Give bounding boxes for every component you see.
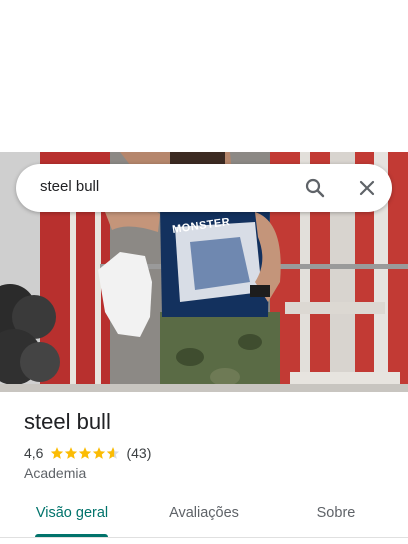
star-icon bbox=[79, 447, 92, 459]
tabs-divider bbox=[0, 537, 408, 538]
place-tabs: Visão geral Avaliações Sobre bbox=[0, 494, 408, 538]
star-icon bbox=[51, 447, 64, 459]
review-count[interactable]: (43) bbox=[126, 445, 151, 461]
rating-row[interactable]: 4,6 (43) bbox=[24, 444, 151, 462]
tab-overview[interactable]: Visão geral bbox=[22, 494, 122, 534]
search-icon[interactable] bbox=[303, 176, 327, 200]
tab-about[interactable]: Sobre bbox=[296, 494, 376, 534]
close-icon[interactable] bbox=[355, 176, 379, 200]
star-half-icon bbox=[107, 447, 120, 459]
search-bar[interactable]: steel bull bbox=[16, 164, 392, 212]
search-input[interactable]: steel bull bbox=[40, 164, 99, 212]
tab-reviews[interactable]: Avaliações bbox=[150, 494, 258, 534]
star-icon bbox=[93, 447, 106, 459]
rating-value: 4,6 bbox=[24, 445, 44, 461]
place-title: steel bull bbox=[24, 409, 111, 434]
map-blank-area bbox=[0, 0, 408, 152]
star-icon bbox=[65, 447, 78, 459]
star-rating bbox=[50, 446, 120, 460]
place-category: Academia bbox=[24, 465, 87, 481]
